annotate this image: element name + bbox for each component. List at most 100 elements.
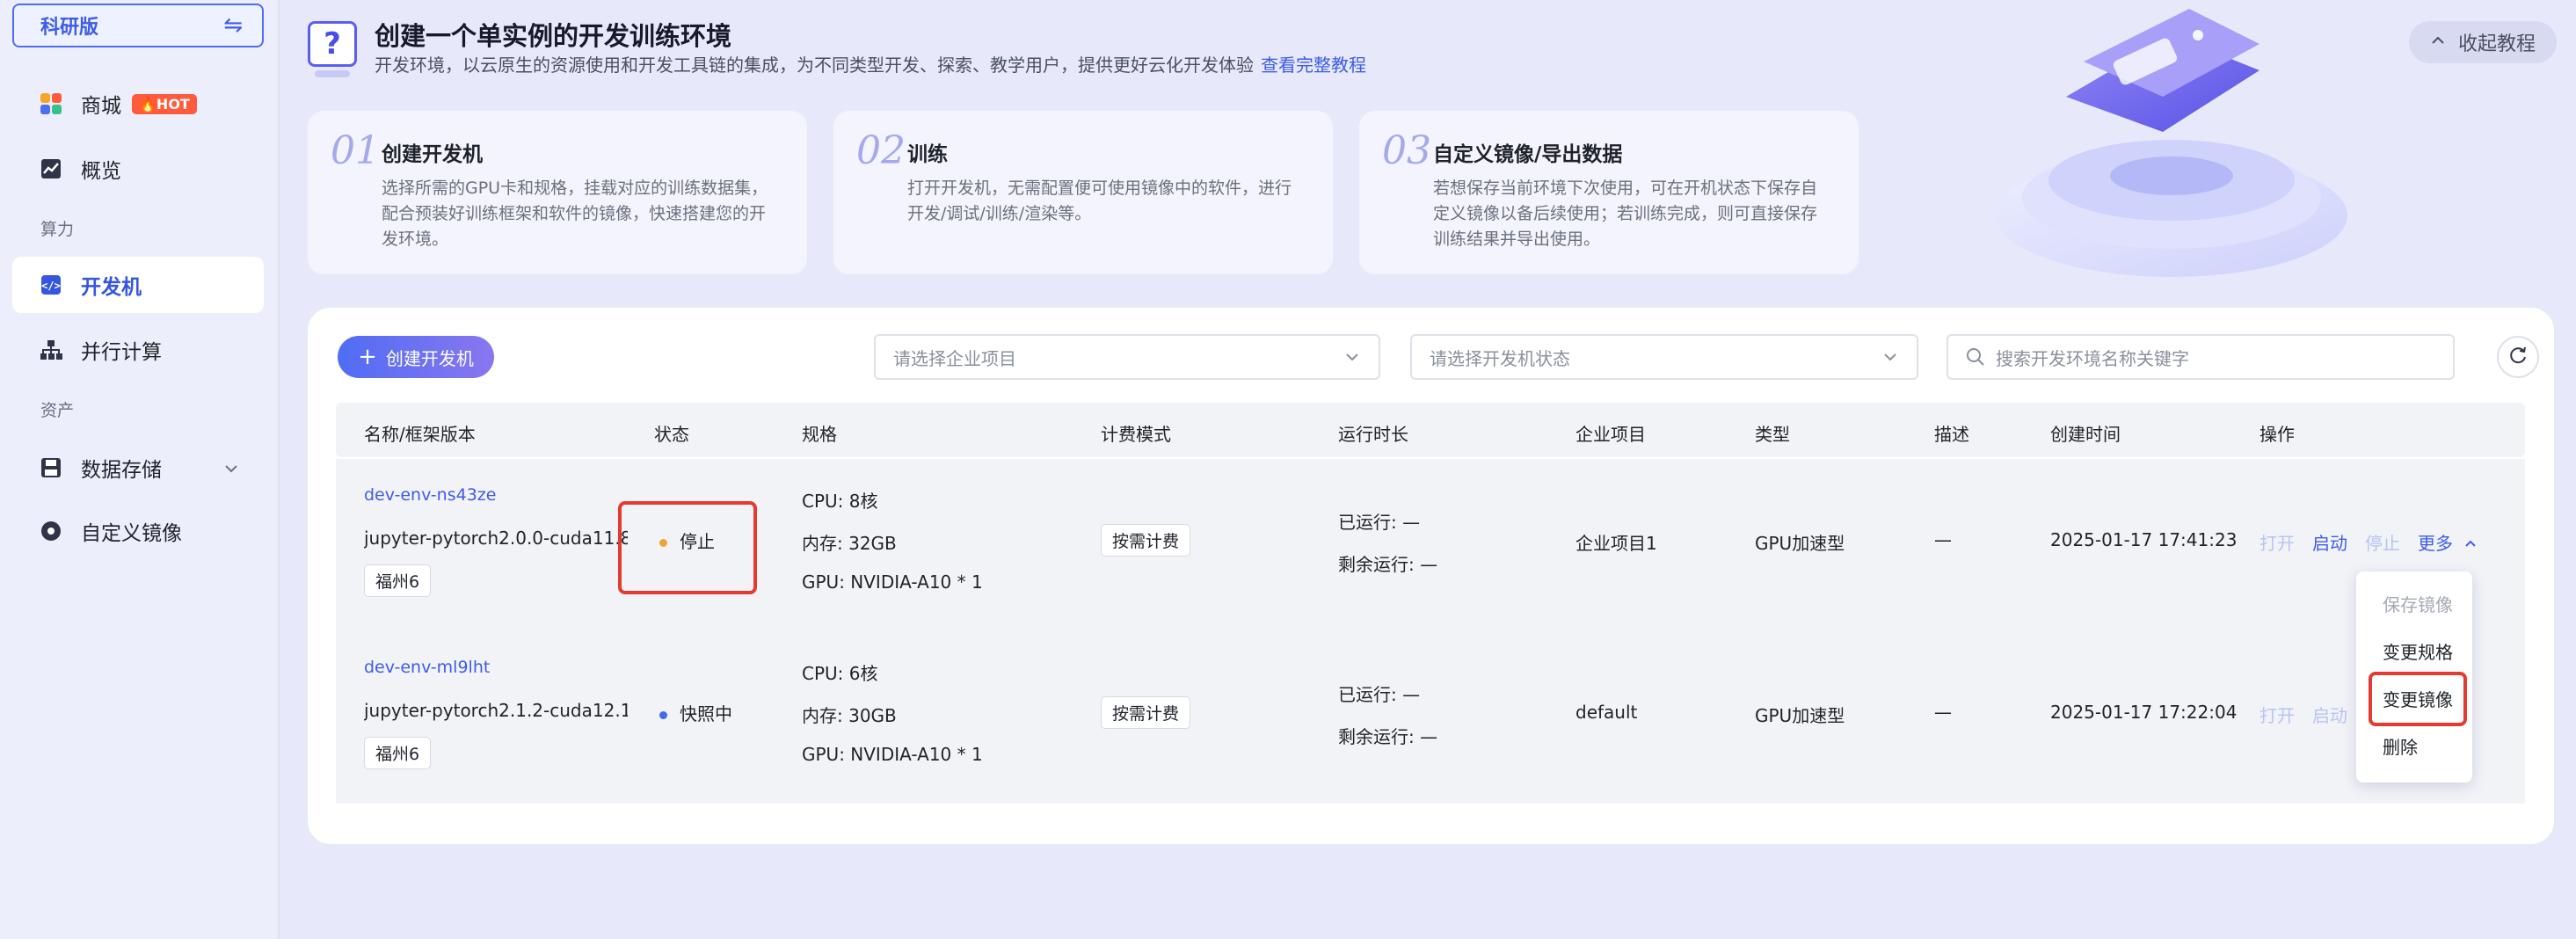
refresh-button[interactable] <box>2497 336 2539 378</box>
run-time: 已运行: — <box>1338 684 1421 705</box>
step-number: 03 <box>1382 128 1431 173</box>
code-icon: </> <box>39 273 63 297</box>
project-name: default <box>1575 702 1638 723</box>
more-button[interactable]: 更多 <box>2418 529 2478 555</box>
chevron-down-icon <box>1881 348 1899 370</box>
status-badge: 快照中 <box>659 700 732 725</box>
description: — <box>1934 529 1952 550</box>
column-header: 企业项目 <box>1575 424 1646 445</box>
table-row: dev-env-ml9lht jupyter-pytorch2.1.2-cuda… <box>336 631 2525 804</box>
image-name: jupyter-pytorch2.0.0-cuda11.8-c... <box>364 528 628 549</box>
section-label-compute: 算力 <box>40 220 75 239</box>
search-placeholder: 搜索开发环境名称关键字 <box>1996 347 2189 369</box>
store-icon <box>39 91 63 116</box>
sidebar-item-custom-image[interactable]: 自定义镜像 <box>12 503 264 559</box>
chevron-down-icon <box>223 459 239 482</box>
disk-icon <box>39 455 63 480</box>
step-description: 若想保存当前环境下次使用，可在开机状态下保存自定义镜像以备后续使用；若训练完成，… <box>1433 178 1818 249</box>
sidebar-item-parallel[interactable]: 并行计算 <box>12 322 264 378</box>
edition-label: 科研版 <box>40 17 99 39</box>
project-select[interactable]: 请选择企业项目 <box>874 334 1380 380</box>
step-title: 创建开发机 <box>382 143 483 166</box>
page-title: 创建一个单实例的开发训练环境 <box>375 21 732 51</box>
question-icon: ? <box>308 21 357 67</box>
chevron-up-icon <box>2430 33 2446 53</box>
more-label: 更多 <box>2418 533 2453 554</box>
chart-icon <box>39 156 63 181</box>
subtitle-text: 开发环境，以云原生的资源使用和开发工具链的集成，为不同类型开发、探索、教学用户，… <box>375 55 1254 76</box>
sidebar-item-label: 自定义镜像 <box>81 522 182 545</box>
sidebar-item-label: 开发机 <box>81 276 142 299</box>
machine-type: GPU加速型 <box>1755 705 1845 726</box>
devmachine-name-link[interactable]: dev-env-ns43ze <box>364 485 496 505</box>
edition-switcher[interactable]: 科研版 ⇋ <box>12 4 264 47</box>
devmachine-name-link[interactable]: dev-env-ml9lht <box>364 658 490 677</box>
open-button[interactable]: 打开 <box>2259 529 2295 555</box>
sidebar: 科研版 ⇋ 商城 🔥HOT 概览 算力 </> 开发机 并行计算 资产 数据存储 <box>0 0 280 939</box>
created-time: 2025-01-17 17:22:04 <box>2050 702 2238 723</box>
start-button[interactable]: 启动 <box>2312 702 2347 727</box>
step-title: 训练 <box>907 143 948 166</box>
sidebar-item-label: 并行计算 <box>81 341 162 364</box>
step-number: 02 <box>856 128 906 173</box>
stop-button[interactable]: 停止 <box>2365 529 2400 555</box>
status-highlight <box>618 501 757 594</box>
search-input[interactable]: 搜索开发环境名称关键字 <box>1947 334 2455 380</box>
sidebar-item-label: 商城 <box>81 95 121 118</box>
created-time: 2025-01-17 17:41:23 <box>2050 529 2238 550</box>
plus-icon: + <box>358 344 377 370</box>
column-header: 类型 <box>1755 424 1790 445</box>
billing-tag: 按需计费 <box>1101 524 1191 557</box>
chevron-up-icon <box>2465 540 2477 547</box>
dev-illustration <box>1996 9 2347 277</box>
project-placeholder: 请选择企业项目 <box>893 347 1016 369</box>
svg-text:</>: </> <box>41 280 61 292</box>
spec-mem: 内存: 32GB <box>802 533 897 554</box>
remain-time: 剩余运行: — <box>1338 554 1438 575</box>
sidebar-item-label: 概览 <box>81 160 121 183</box>
icon-shadow <box>315 70 350 77</box>
tutorial-link[interactable]: 查看完整教程 <box>1261 55 1366 76</box>
step-card: 01 创建开发机 选择所需的GPU卡和规格，挂载对应的训练数据集，配合预装好训练… <box>308 111 807 274</box>
menu-item-delete[interactable]: 删除 <box>2383 733 2418 759</box>
chevron-down-icon <box>1343 348 1361 370</box>
region-tag: 福州6 <box>364 564 432 597</box>
start-button[interactable]: 启动 <box>2312 529 2347 555</box>
region-tag: 福州6 <box>364 737 432 769</box>
remain-time: 剩余运行: — <box>1338 726 1438 747</box>
spec-gpu: GPU: NVIDIA-A10 * 1 <box>802 744 983 765</box>
status-select[interactable]: 请选择开发机状态 <box>1410 334 1918 380</box>
menu-item-save-image[interactable]: 保存镜像 <box>2383 591 2453 616</box>
spec-cpu: CPU: 6核 <box>802 663 878 684</box>
step-description: 打开开发机，无需配置便可使用镜像中的软件，进行开发/调试/训练/渲染等。 <box>907 178 1292 223</box>
step-card: 02 训练 打开开发机，无需配置便可使用镜像中的软件，进行开发/调试/训练/渲染… <box>833 111 1333 274</box>
collapse-tutorial-button[interactable]: 收起教程 <box>2409 21 2557 63</box>
search-icon <box>1966 347 1985 367</box>
column-header: 操作 <box>2259 424 2295 445</box>
column-header: 运行时长 <box>1338 424 1408 445</box>
page-subtitle: 开发环境，以云原生的资源使用和开发工具链的集成，为不同类型开发、探索、教学用户，… <box>375 51 1366 76</box>
open-button[interactable]: 打开 <box>2259 702 2295 727</box>
create-devmachine-button[interactable]: + 创建开发机 <box>338 336 494 378</box>
step-card: 03 自定义镜像/导出数据 若想保存当前环境下次使用，可在开机状态下保存自定义镜… <box>1359 111 1859 274</box>
sidebar-item-store[interactable]: 商城 🔥HOT <box>12 76 264 132</box>
column-header: 描述 <box>1934 424 1969 445</box>
status-placeholder: 请选择开发机状态 <box>1430 347 1570 369</box>
sidebar-item-label: 数据存储 <box>81 459 162 482</box>
step-description: 选择所需的GPU卡和规格，挂载对应的训练数据集，配合预装好训练框架和软件的镜像，… <box>382 178 768 249</box>
sidebar-item-devmachine[interactable]: </> 开发机 <box>12 257 264 313</box>
image-name: jupyter-pytorch2.1.2-cuda12.1-c... <box>364 700 628 721</box>
machine-type: GPU加速型 <box>1755 533 1845 554</box>
sidebar-item-storage[interactable]: 数据存储 <box>12 440 264 496</box>
menu-item-change-spec[interactable]: 变更规格 <box>2383 638 2453 664</box>
spec-cpu: CPU: 8核 <box>802 491 878 512</box>
swap-icon: ⇋ <box>223 12 243 39</box>
billing-tag: 按需计费 <box>1101 696 1191 729</box>
spec-mem: 内存: 30GB <box>802 705 897 726</box>
hot-badge: 🔥HOT <box>132 93 197 114</box>
sidebar-item-overview[interactable]: 概览 <box>12 141 264 197</box>
status-text: 快照中 <box>680 703 732 724</box>
description: — <box>1934 702 1952 723</box>
disc-icon <box>39 519 63 543</box>
column-header: 计费模式 <box>1101 424 1171 445</box>
